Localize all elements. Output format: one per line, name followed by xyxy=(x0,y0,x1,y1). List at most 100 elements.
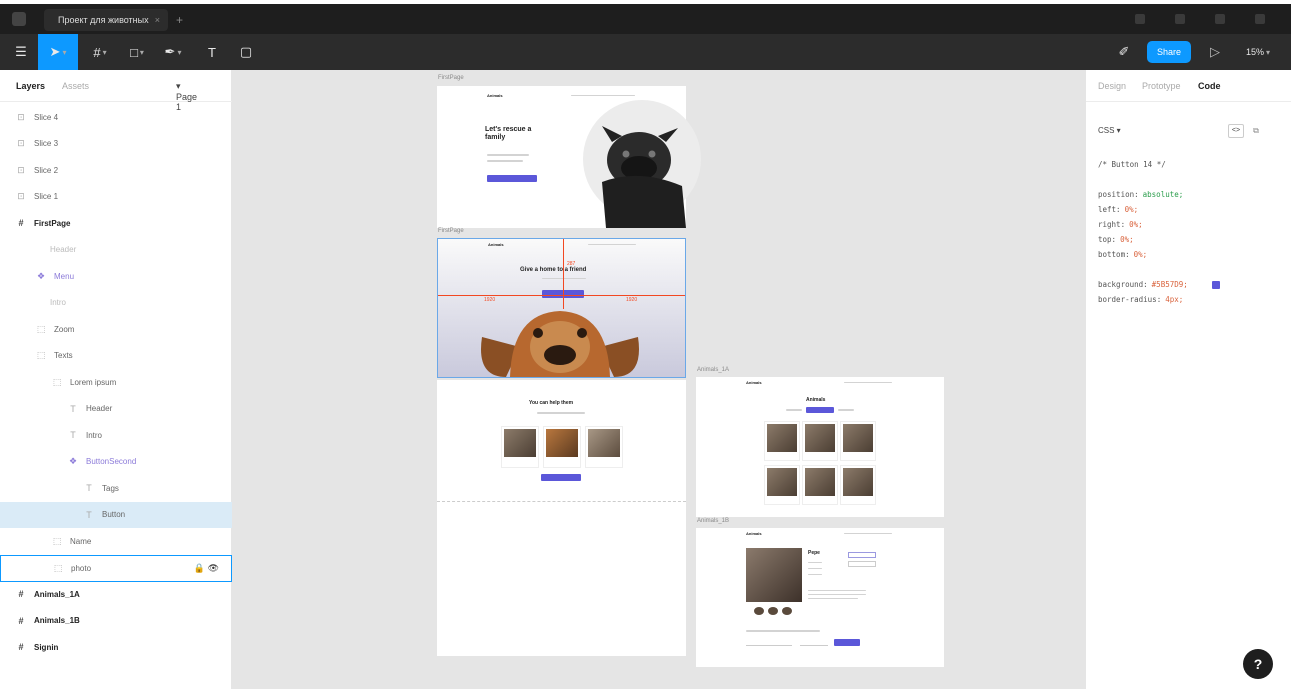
layer-row[interactable]: ⊡ Slice 3 xyxy=(0,131,232,157)
tab-assets[interactable]: Assets xyxy=(62,81,89,91)
layer-row[interactable]: T Tags xyxy=(0,475,232,501)
layer-label: Zoom xyxy=(54,324,75,334)
pet-thumb-1[interactable] xyxy=(754,607,764,615)
filter-tab-1[interactable] xyxy=(786,409,802,411)
lock-visibility-icon[interactable]: 🔒 👁 xyxy=(194,563,219,574)
filter-tab-active[interactable] xyxy=(806,407,834,413)
adopt-button[interactable] xyxy=(848,552,876,558)
layer-row[interactable]: T Intro xyxy=(0,422,232,448)
layer-row[interactable]: Intro xyxy=(0,290,232,316)
move-tool-icon[interactable]: ➤ ▾ xyxy=(38,34,78,70)
layer-row[interactable]: ⊡ Slice 1 xyxy=(0,184,232,210)
layer-row[interactable]: Header xyxy=(0,237,232,263)
shape-tool-icon[interactable]: □ ▾ xyxy=(120,34,154,70)
nav-links xyxy=(571,95,635,96)
restore-icon[interactable] xyxy=(1215,14,1225,24)
text-tool-icon[interactable]: T xyxy=(200,34,224,70)
layer-row[interactable]: T Button xyxy=(0,501,232,528)
layer-icon: ⊡ xyxy=(17,138,25,148)
grid-card-3[interactable] xyxy=(840,421,876,461)
animal-card-2[interactable] xyxy=(543,426,581,468)
layer-row[interactable]: ⬚ Lorem ipsum xyxy=(0,369,232,395)
code-value: #5B57D9; xyxy=(1151,280,1188,289)
close-window-icon[interactable] xyxy=(1255,14,1265,24)
grid-card-1[interactable] xyxy=(764,421,800,461)
language-selector[interactable]: CSS ▾ xyxy=(1098,126,1121,135)
pet-thumb-3[interactable] xyxy=(782,607,792,615)
frame-firstpage-lower[interactable]: You can help them xyxy=(437,380,686,656)
layer-row[interactable]: # FirstPage xyxy=(0,210,232,236)
frame-label-firstpage-2[interactable]: FirstPage xyxy=(438,228,464,234)
layer-icon: ❖ xyxy=(36,270,46,281)
contact-button[interactable] xyxy=(848,561,876,567)
page-selector[interactable]: Page 1 ▾ xyxy=(176,81,197,112)
pet-info-3 xyxy=(808,574,822,575)
frame-firstpage[interactable]: Animals Let's rescue a family xyxy=(437,86,701,228)
frame-label-animals-1b[interactable]: Animals_1B xyxy=(697,518,729,524)
form-input-1[interactable] xyxy=(746,640,792,646)
help-button[interactable]: ? xyxy=(1243,649,1273,679)
user-avatar-icon[interactable]: ✐ xyxy=(1110,34,1138,70)
layer-row[interactable]: # Animals_1B xyxy=(0,608,232,634)
tab-code[interactable]: Code xyxy=(1198,81,1221,91)
frame-label-animals-1a[interactable]: Animals_1A xyxy=(697,367,729,373)
layer-label: Animals_1A xyxy=(34,589,80,599)
code-prop: background: xyxy=(1098,280,1148,289)
animal-card-3[interactable] xyxy=(585,426,623,468)
maximize-icon[interactable] xyxy=(1175,14,1185,24)
layer-label: Name xyxy=(70,536,92,546)
tab-design[interactable]: Design xyxy=(1098,81,1126,91)
animal-card-1[interactable] xyxy=(501,426,539,468)
layer-row[interactable]: ❖ ButtonSecond xyxy=(0,449,232,475)
frame-tool-icon[interactable]: # ▾ xyxy=(84,34,116,70)
layer-row[interactable]: ⊡ Slice 4 xyxy=(0,104,232,130)
layer-row[interactable]: ⬚ Name xyxy=(0,528,232,554)
minimize-icon[interactable] xyxy=(1135,14,1145,24)
zoom-menu[interactable]: 15% ▾ xyxy=(1238,34,1278,70)
filter-tab-3[interactable] xyxy=(838,409,854,411)
more-button[interactable] xyxy=(541,474,581,481)
new-tab-icon[interactable]: + xyxy=(176,9,183,31)
pet-thumb-2[interactable] xyxy=(768,607,778,615)
grid-card-2[interactable] xyxy=(802,421,838,461)
layer-row[interactable]: ⊡ Slice 2 xyxy=(0,157,232,183)
comment-tool-icon[interactable]: ▢ xyxy=(232,34,260,70)
form-input-2[interactable] xyxy=(800,640,828,646)
grid-card-5[interactable] xyxy=(802,465,838,505)
layer-row[interactable]: # Animals_1A xyxy=(0,581,232,607)
play-icon[interactable]: ▷ xyxy=(1204,34,1226,70)
file-tab[interactable]: Проект для животных × xyxy=(44,9,168,31)
design-canvas[interactable]: FirstPage Animals Let's rescue a family … xyxy=(232,70,1085,689)
tab-prototype[interactable]: Prototype xyxy=(1142,81,1181,91)
frame-animals-1a[interactable]: Animals Animals xyxy=(696,377,944,517)
layer-row[interactable]: # Signin xyxy=(0,634,232,660)
code-line: top: 0%; xyxy=(1098,235,1134,244)
frame-label-firstpage[interactable]: FirstPage xyxy=(438,75,464,81)
layer-icon: ⊡ xyxy=(17,111,25,122)
form-submit[interactable] xyxy=(834,639,860,646)
layer-row[interactable]: ⬚ Texts xyxy=(0,343,232,369)
share-button[interactable]: Share xyxy=(1147,41,1191,63)
pen-tool-icon[interactable]: ✒ ▾ xyxy=(158,34,188,70)
code-view-icon[interactable]: <> xyxy=(1228,124,1244,138)
copy-icon[interactable]: ⧉ xyxy=(1250,124,1262,138)
frame-animals-1b[interactable]: Animals Pepe xyxy=(696,528,944,667)
main-menu-icon[interactable]: ☰ xyxy=(6,34,36,70)
close-tab-icon[interactable]: × xyxy=(155,9,160,31)
figma-logo-icon[interactable] xyxy=(12,12,26,26)
frame-firstpage-2[interactable]: Animals Give a home to a friend 287 1920… xyxy=(437,238,686,378)
tab-layers[interactable]: Layers xyxy=(16,81,45,91)
layer-row[interactable]: ⬚ photo 🔒 👁 xyxy=(0,554,232,582)
layer-row[interactable]: ❖ Menu xyxy=(0,263,232,289)
layer-row[interactable]: ⬚ Zoom xyxy=(0,316,232,342)
pet-desc-1 xyxy=(808,590,866,591)
animal-card-1-photo xyxy=(504,429,536,457)
right-panel-tabs: Design Prototype Code xyxy=(1086,70,1291,102)
layer-row[interactable]: T Header xyxy=(0,396,232,422)
grid-card-6[interactable] xyxy=(840,465,876,505)
animals-title: Animals xyxy=(806,397,826,403)
layer-label: photo xyxy=(71,563,92,573)
grid-card-4[interactable] xyxy=(764,465,800,505)
hero-title: Let's rescue a family xyxy=(485,126,532,142)
color-swatch[interactable] xyxy=(1212,281,1220,289)
